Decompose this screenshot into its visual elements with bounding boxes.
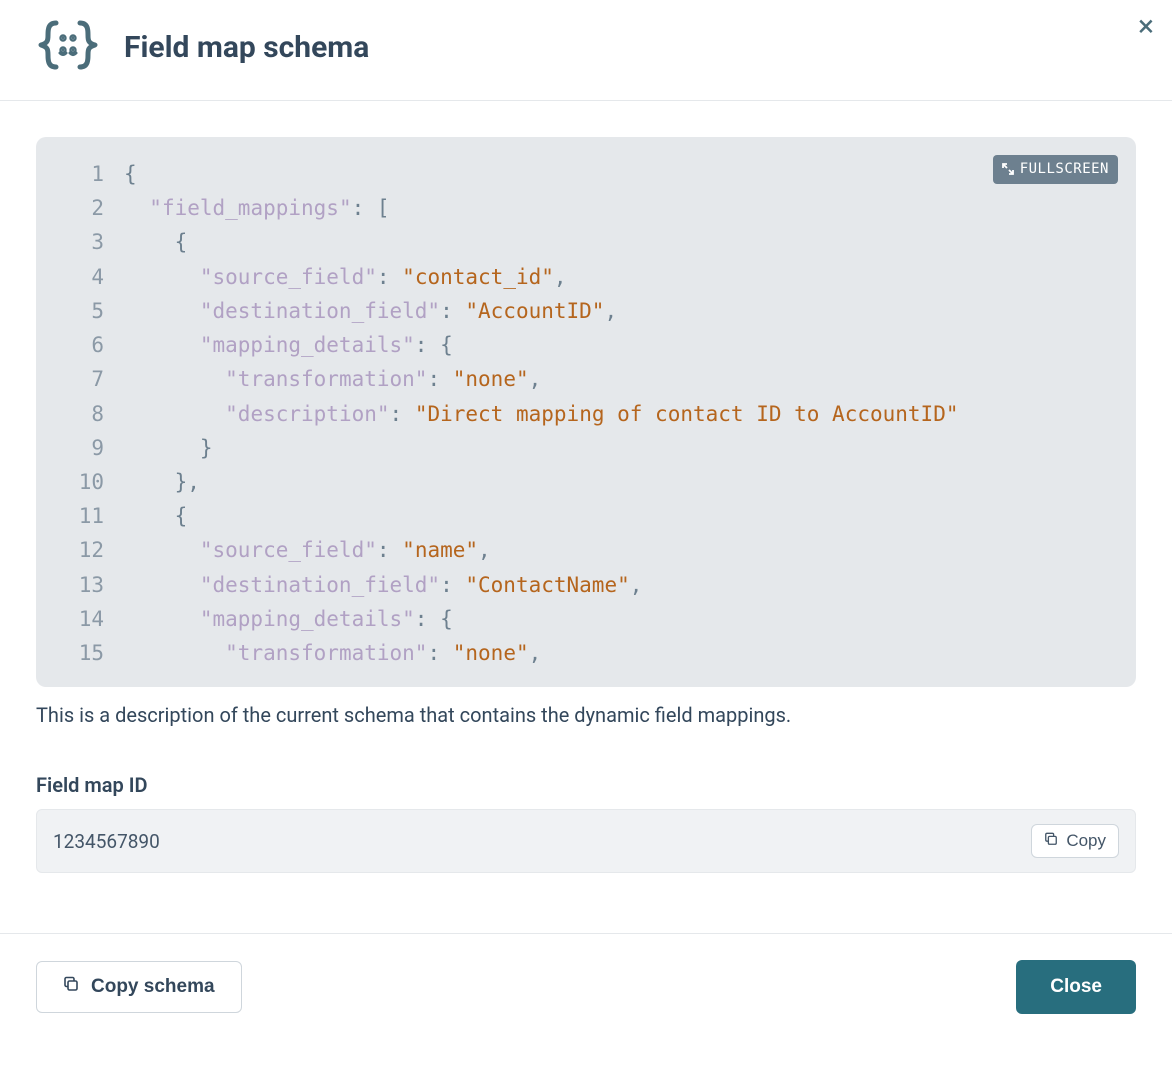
- code-content: "source_field": "contact_id",: [124, 260, 567, 294]
- field-map-id-label: Field map ID: [36, 773, 1136, 797]
- schema-code-viewer[interactable]: FULLSCREEN 1{2 "field_mappings": [3 {4 "…: [36, 137, 1136, 687]
- code-content: "mapping_details": {: [124, 602, 453, 636]
- fullscreen-label: FULLSCREEN: [1020, 158, 1109, 181]
- copy-id-button[interactable]: Copy: [1031, 824, 1119, 858]
- line-number: 15: [64, 636, 104, 670]
- line-number: 14: [64, 602, 104, 636]
- code-line: 5 "destination_field": "AccountID",: [64, 294, 1108, 328]
- code-content: "destination_field": "ContactName",: [124, 568, 642, 602]
- code-content: {: [124, 157, 137, 191]
- copy-icon: [63, 976, 79, 998]
- line-number: 9: [64, 431, 104, 465]
- line-number: 10: [64, 465, 104, 499]
- code-content: }: [124, 431, 213, 465]
- code-line: 8 "description": "Direct mapping of cont…: [64, 397, 1108, 431]
- line-number: 13: [64, 568, 104, 602]
- modal-footer: Copy schema Close: [0, 933, 1172, 1044]
- code-content: {: [124, 225, 187, 259]
- line-number: 12: [64, 533, 104, 567]
- code-lines-container: 1{2 "field_mappings": [3 {4 "source_fiel…: [64, 157, 1108, 670]
- code-content: "source_field": "name",: [124, 533, 491, 567]
- copy-schema-button[interactable]: Copy schema: [36, 961, 242, 1013]
- fullscreen-icon: [1002, 163, 1014, 175]
- close-icon[interactable]: ×: [1132, 6, 1160, 48]
- code-line: 12 "source_field": "name",: [64, 533, 1108, 567]
- line-number: 11: [64, 499, 104, 533]
- code-line: 7 "transformation": "none",: [64, 362, 1108, 396]
- line-number: 7: [64, 362, 104, 396]
- code-content: "description": "Direct mapping of contac…: [124, 397, 958, 431]
- code-content: "field_mappings": [: [124, 191, 390, 225]
- code-line: 15 "transformation": "none",: [64, 636, 1108, 670]
- schema-json-icon: [36, 20, 100, 74]
- line-number: 5: [64, 294, 104, 328]
- code-line: 2 "field_mappings": [: [64, 191, 1108, 225]
- close-button[interactable]: Close: [1016, 960, 1136, 1014]
- copy-icon: [1044, 831, 1058, 851]
- code-content: "transformation": "none",: [124, 636, 541, 670]
- line-number: 2: [64, 191, 104, 225]
- field-map-id-value: 1234567890: [53, 830, 160, 853]
- code-content: "transformation": "none",: [124, 362, 541, 396]
- line-number: 1: [64, 157, 104, 191]
- modal-body: FULLSCREEN 1{2 "field_mappings": [3 {4 "…: [0, 101, 1172, 889]
- code-content: {: [124, 499, 187, 533]
- copy-schema-label: Copy schema: [91, 976, 215, 998]
- code-line: 3 {: [64, 225, 1108, 259]
- fullscreen-button[interactable]: FULLSCREEN: [993, 155, 1118, 184]
- line-number: 6: [64, 328, 104, 362]
- field-map-schema-modal: × Field map schema: [0, 0, 1172, 1044]
- code-line: 13 "destination_field": "ContactName",: [64, 568, 1108, 602]
- copy-id-label: Copy: [1066, 831, 1106, 851]
- code-line: 6 "mapping_details": {: [64, 328, 1108, 362]
- line-number: 4: [64, 260, 104, 294]
- line-number: 8: [64, 397, 104, 431]
- code-line: 4 "source_field": "contact_id",: [64, 260, 1108, 294]
- modal-title: Field map schema: [124, 30, 369, 65]
- line-number: 3: [64, 225, 104, 259]
- field-map-id-row: 1234567890 Copy: [36, 809, 1136, 873]
- code-line: 9 }: [64, 431, 1108, 465]
- modal-header: Field map schema: [0, 0, 1172, 101]
- code-line: 14 "mapping_details": {: [64, 602, 1108, 636]
- code-line: 1{: [64, 157, 1108, 191]
- code-content: },: [124, 465, 200, 499]
- code-line: 11 {: [64, 499, 1108, 533]
- schema-description: This is a description of the current sch…: [36, 703, 1136, 727]
- code-line: 10 },: [64, 465, 1108, 499]
- code-content: "destination_field": "AccountID",: [124, 294, 617, 328]
- code-content: "mapping_details": {: [124, 328, 453, 362]
